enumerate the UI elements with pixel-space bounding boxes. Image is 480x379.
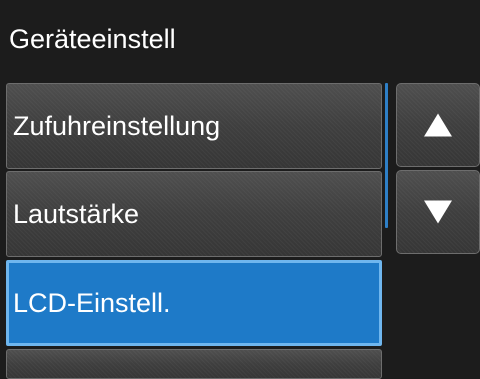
menu-item-label: Lautstärke [13, 198, 140, 229]
scroll-up-button[interactable] [396, 83, 480, 167]
menu-item-lcd-einstell[interactable]: LCD-Einstell. [6, 260, 382, 346]
menu-item-partial[interactable] [6, 349, 382, 379]
menu-item-label: LCD-Einstell. [13, 287, 171, 318]
menu-item-label: Zufuhreinstellung [13, 110, 221, 141]
triangle-up-icon [424, 113, 452, 137]
menu-item-lautstaerke[interactable]: Lautstärke [6, 171, 382, 257]
page-title: Geräteeinstell [9, 24, 176, 54]
settings-menu-list: Zufuhreinstellung Lautstärke LCD-Einstel… [0, 78, 386, 379]
scrollbar-thumb[interactable] [385, 83, 388, 228]
menu-item-zufuhreinstellung[interactable]: Zufuhreinstellung [6, 83, 382, 169]
scroll-down-button[interactable] [396, 170, 480, 254]
title-bar: Geräteeinstell [0, 0, 480, 78]
triangle-down-icon [424, 200, 452, 224]
scrollbar-track[interactable] [385, 83, 388, 366]
